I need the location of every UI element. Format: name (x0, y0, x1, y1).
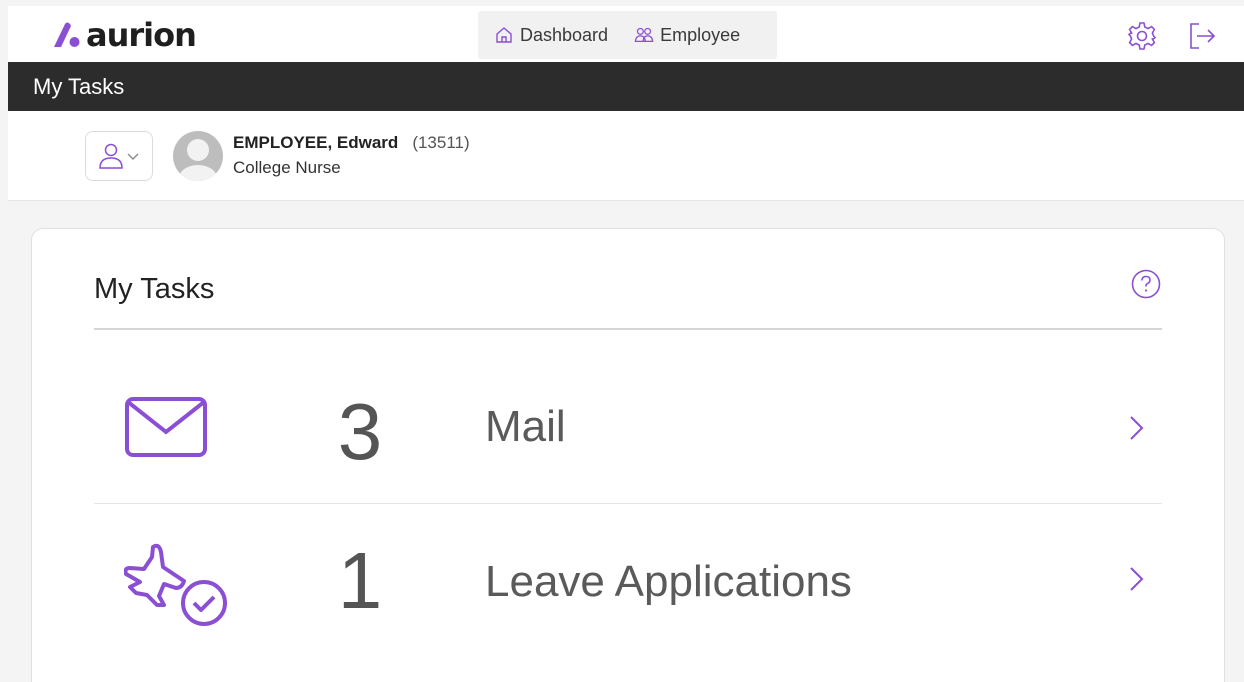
avatar-silhouette-icon (179, 139, 217, 181)
page-title: My Tasks (33, 74, 125, 99)
brand-name: aurion (86, 16, 197, 54)
chevron-down-icon (127, 153, 139, 160)
top-actions (1126, 20, 1218, 52)
people-icon (634, 27, 654, 42)
card-divider (94, 328, 1162, 330)
chevron-right-icon (1130, 567, 1144, 591)
mail-icon (125, 397, 207, 457)
nav-employee[interactable]: Employee (634, 25, 740, 46)
task-label-leave: Leave Applications (485, 557, 852, 606)
chevron-right-icon (1130, 416, 1144, 440)
employee-name-line: EMPLOYEE, Edward (13511) (233, 133, 470, 153)
employee-id: (13511) (412, 133, 470, 152)
card-title: My Tasks (94, 273, 215, 305)
person-icon (99, 143, 123, 169)
top-header: aurion Dashboard Employee (8, 6, 1244, 62)
task-label-mail: Mail (485, 402, 566, 451)
main-nav: Dashboard Employee (478, 11, 777, 59)
task-count-leave: 1 (337, 536, 383, 625)
nav-dashboard-label: Dashboard (520, 24, 609, 45)
task-count-mail: 3 (337, 387, 383, 476)
gear-icon[interactable] (1126, 20, 1158, 52)
nav-employee-label: Employee (660, 24, 741, 45)
page-title-bar: My Tasks (8, 62, 1244, 111)
task-row-leave-applications[interactable]: 1 Leave Applications (94, 505, 1162, 655)
home-icon (496, 27, 512, 43)
task-row-mail[interactable]: 3 Mail (94, 354, 1162, 504)
logout-icon[interactable] (1186, 20, 1218, 52)
aurion-logo[interactable]: aurion (52, 16, 197, 54)
employee-role: College Nurse (233, 158, 341, 177)
avatar (173, 131, 223, 181)
help-icon[interactable] (1130, 268, 1162, 300)
employee-name: EMPLOYEE, Edward (233, 133, 399, 152)
my-tasks-card: My Tasks 3 Mail 1 Leave Applications (31, 228, 1225, 682)
plane-check-icon (124, 543, 227, 626)
person-selector-dropdown[interactable] (85, 131, 153, 181)
employee-bar: EMPLOYEE, Edward (13511) College Nurse (8, 111, 1244, 201)
nav-dashboard[interactable]: Dashboard (494, 25, 608, 46)
logo-mark-icon (54, 22, 80, 47)
